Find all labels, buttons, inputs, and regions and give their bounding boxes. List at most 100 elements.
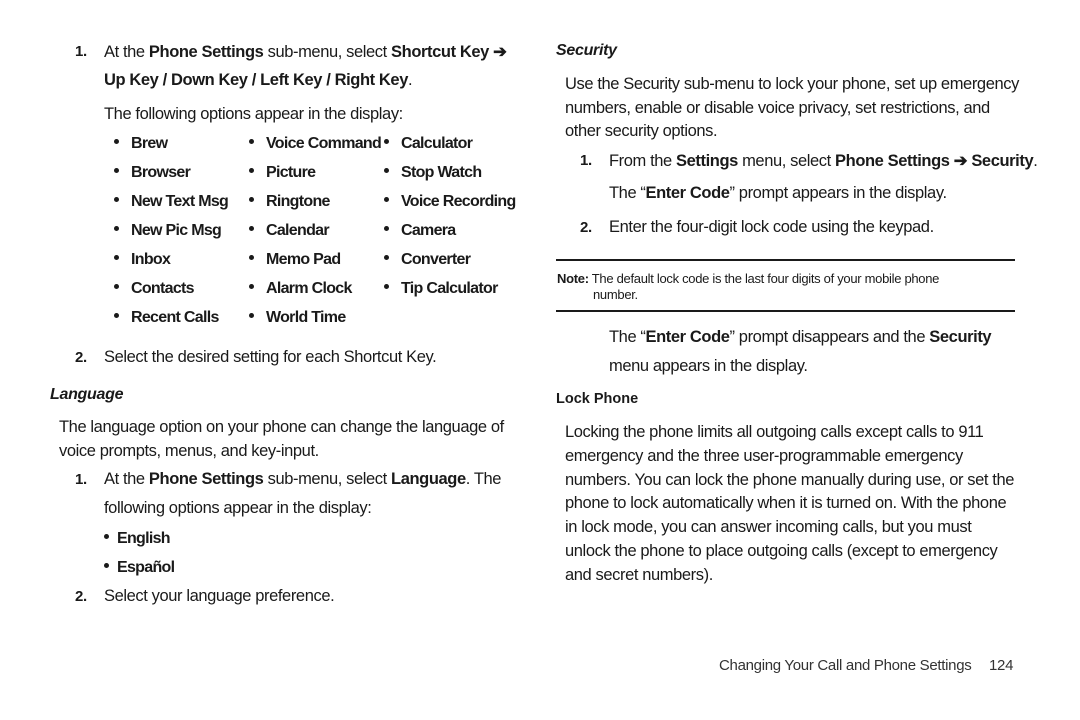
bullet-icon [384,255,389,261]
option-label: Picture [266,164,316,181]
step-text: At the Phone Settings sub-menu, select L… [104,470,501,489]
shortcut-option: Stop Watch [384,164,482,182]
shortcut-option: Camera [384,222,456,240]
option-label: English [117,530,171,547]
step-text: From the Settings menu, select Phone Set… [609,151,1038,171]
bullet-icon [384,197,389,203]
bullet-icon [384,284,389,290]
after-note-line: The “Enter Code” prompt disappears and t… [609,328,992,347]
shortcut-option: Voice Command [249,135,382,153]
shortcut-option: New Pic Msg [114,222,222,240]
shortcut-option: Calculator [384,135,473,153]
shortcut-option: Ringtone [249,193,330,211]
bold-term: Shortcut Key ➔ [391,43,507,61]
text: . The [465,470,502,488]
shortcut-option: Picture [249,164,316,182]
lock-phone-paragraph-line: and secret numbers). [565,566,713,584]
bold-term: Security [929,328,992,346]
option-label: Voice Command [266,135,382,152]
option-label: Tip Calculator [401,280,498,297]
lock-phone-paragraph-line: emergency and the three user-programmabl… [565,447,963,465]
lock-phone-paragraph-line: Locking the phone limits all outgoing ca… [565,423,984,441]
bullet-icon [114,168,119,174]
bullet-icon [249,168,254,174]
language-step-2: 2. Select your language preference. [75,587,335,606]
shortcut-option: Brew [114,135,168,153]
bullet-icon [114,284,119,290]
note-text: The default lock code is the last four d… [588,271,940,286]
step-text: Select the desired setting for each Shor… [104,348,437,366]
security-paragraph-line: other security options. [565,122,718,140]
bullet-icon [114,226,119,232]
shortcut-option: Contacts [114,280,195,298]
text: . [1033,152,1038,170]
bullet-icon [114,139,119,145]
text: The “ [609,184,646,202]
shortcut-option: Alarm Clock [249,280,352,298]
page-number: 124 [989,657,1014,674]
bullet-icon [249,139,254,145]
text: . [407,71,413,89]
step-number: 2. [75,588,87,605]
language-step-1: 1. At the Phone Settings sub-menu, selec… [75,470,501,489]
step-number: 1. [75,43,87,60]
option-label: Browser [131,164,191,181]
step-number: 1. [580,152,592,169]
text: At the [104,470,149,488]
option-label: Converter [401,251,471,268]
bullet-icon [249,313,254,319]
shortcut-step-2: 2. Select the desired setting for each S… [75,348,437,367]
security-paragraph-line: Use the Security sub-menu to lock your p… [565,75,1019,93]
bullet-icon [114,255,119,261]
language-options-intro: following options appear in the display: [104,499,372,517]
option-label: New Pic Msg [131,222,222,239]
text: The “ [609,328,646,346]
option-label: Brew [131,135,168,152]
shortcut-option: Voice Recording [384,193,516,211]
note-top-rule [556,259,1015,261]
shortcut-option: Tip Calculator [384,280,498,298]
security-step-1: 1. From the Settings menu, select Phone … [580,151,1038,170]
option-label: Camera [401,222,456,239]
lock-phone-paragraph-line: in lock mode, you can answer incoming ca… [565,518,972,536]
text: ” prompt disappears and the [729,328,930,346]
option-label: Recent Calls [131,309,219,326]
bullet-icon [104,563,109,569]
shortcut-option: Browser [114,164,191,182]
option-label: Contacts [131,280,195,297]
options-intro: The following options appear in the disp… [104,105,403,123]
bold-term: Up Key / Down Key / Left Key / Right Key [104,71,408,89]
shortcut-option: Converter [384,251,471,269]
bullet-icon [249,197,254,203]
shortcut-option: Inbox [114,251,171,269]
option-label: World Time [266,309,346,326]
text: At the [104,43,149,61]
shortcut-option: Calendar [249,222,330,240]
lock-phone-paragraph-line: numbers. You can lock the phone manually… [565,471,1015,489]
bullet-icon [384,226,389,232]
text: sub-menu, select [263,43,392,61]
bold-term: Language [391,470,466,488]
enter-code-line: The “Enter Code” prompt appears in the d… [609,184,947,203]
bullet-icon [104,534,109,540]
step-text: Enter the four-digit lock code using the… [609,218,934,236]
shortcut-option: New Text Msg [114,193,229,211]
step-text: At the Phone Settings sub-menu, select S… [104,42,507,62]
option-label: Inbox [131,251,171,268]
bullet-icon [114,197,119,203]
bullet-icon [114,313,119,319]
after-note-line: menu appears in the display. [609,357,808,375]
security-step-2: 2. Enter the four-digit lock code using … [580,218,934,237]
language-paragraph-line: voice prompts, menus, and key-input. [59,442,319,460]
step-number: 1. [75,471,87,488]
bullet-icon [249,226,254,232]
bold-term: Phone Settings [148,43,264,61]
lock-phone-paragraph-line: unlock the phone to place outgoing calls… [565,542,998,560]
security-paragraph-line: numbers, enable or disable voice privacy… [565,99,990,117]
shortcut-option: World Time [249,309,346,327]
bold-term: Settings [676,152,738,170]
note-line: number. [593,287,638,302]
option-label: Español [117,559,175,576]
text: ” prompt appears in the display. [729,184,948,202]
option-label: Memo Pad [266,251,341,268]
